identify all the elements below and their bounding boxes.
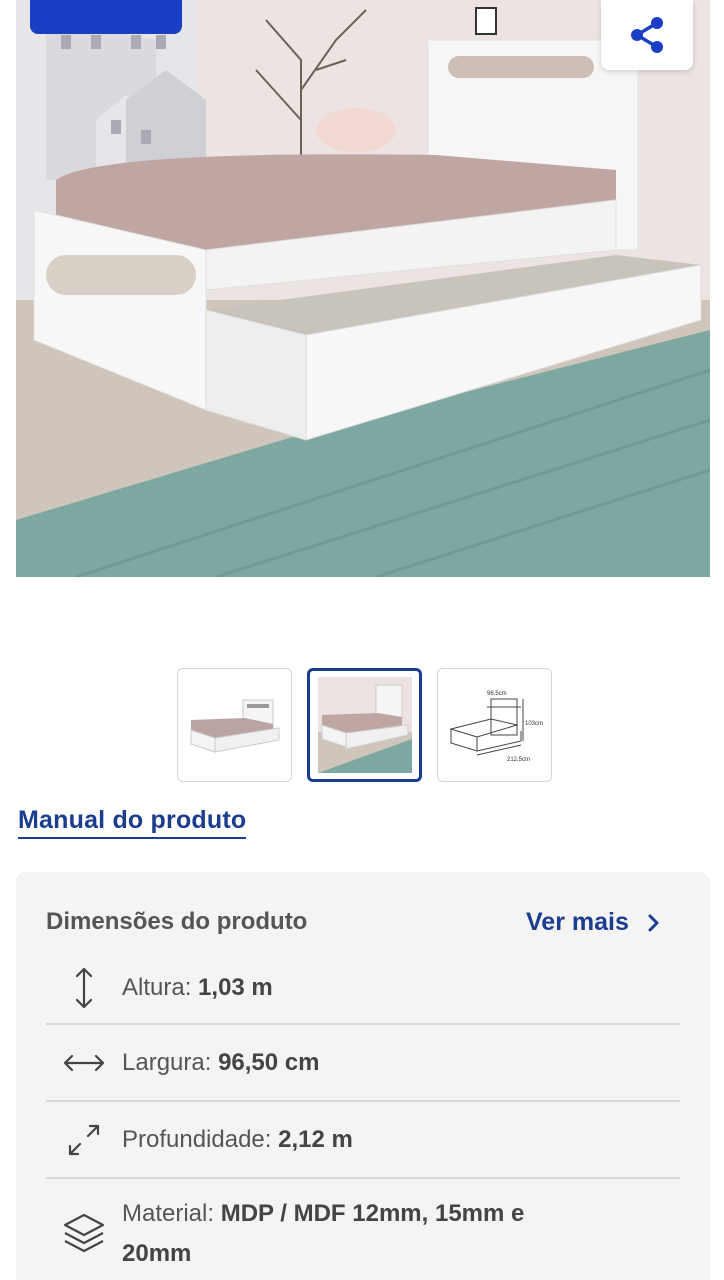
thumb-bed-front[interactable]	[177, 668, 292, 782]
material-label: Material:	[122, 1200, 215, 1227]
share-icon	[631, 17, 663, 53]
horizontal-arrows-icon	[63, 1054, 105, 1072]
largura-value: 96,50 cm	[218, 1049, 320, 1076]
altura-value: 1,03 m	[198, 974, 273, 1001]
product-image[interactable]	[16, 0, 710, 577]
manual-link[interactable]: Manual do produto	[18, 806, 247, 839]
dim-height-label: 103cm	[525, 721, 543, 727]
dimension-row-altura: Altura: 1,03 m	[46, 966, 680, 1010]
ver-mais-button[interactable]: Ver mais	[526, 908, 661, 937]
profundidade-value: 2,12 m	[278, 1126, 353, 1153]
material-value-cont: 20mm	[122, 1240, 192, 1267]
share-button[interactable]	[601, 0, 693, 70]
layers-icon	[63, 1213, 105, 1253]
thumb-bed-room[interactable]	[307, 668, 422, 782]
vertical-arrows-icon	[75, 967, 93, 1009]
divider	[46, 1023, 680, 1025]
dimensions-card: Dimensões do produto Ver mais Altura: 1,…	[16, 872, 710, 1280]
diagonal-arrows-icon	[68, 1124, 100, 1156]
dimension-row-largura: Largura: 96,50 cm	[46, 1043, 680, 1083]
divider	[46, 1100, 680, 1102]
altura-label: Altura:	[122, 974, 192, 1001]
divider	[46, 1177, 680, 1179]
largura-label: Largura:	[122, 1049, 212, 1076]
bed-photo	[16, 0, 710, 577]
dimension-row-material: Material: MDP / MDF 12mm, 15mm e 20mm	[46, 1194, 680, 1274]
profundidade-label: Profundidade:	[122, 1126, 272, 1153]
thumbnail-strip: 96,5cm 103cm 212,5cm	[177, 668, 552, 782]
dim-width-label: 96,5cm	[487, 691, 507, 697]
promo-badge	[30, 0, 182, 34]
thumb-bed-dimensions[interactable]: 96,5cm 103cm 212,5cm	[437, 668, 552, 782]
material-value: MDP / MDF 12mm, 15mm e	[220, 1200, 525, 1227]
dimension-row-profundidade: Profundidade: 2,12 m	[46, 1120, 680, 1160]
chevron-right-icon	[648, 914, 659, 931]
ver-mais-label: Ver mais	[526, 908, 629, 936]
dimensions-title: Dimensões do produto	[46, 908, 308, 935]
dim-depth-label: 212,5cm	[507, 757, 530, 763]
